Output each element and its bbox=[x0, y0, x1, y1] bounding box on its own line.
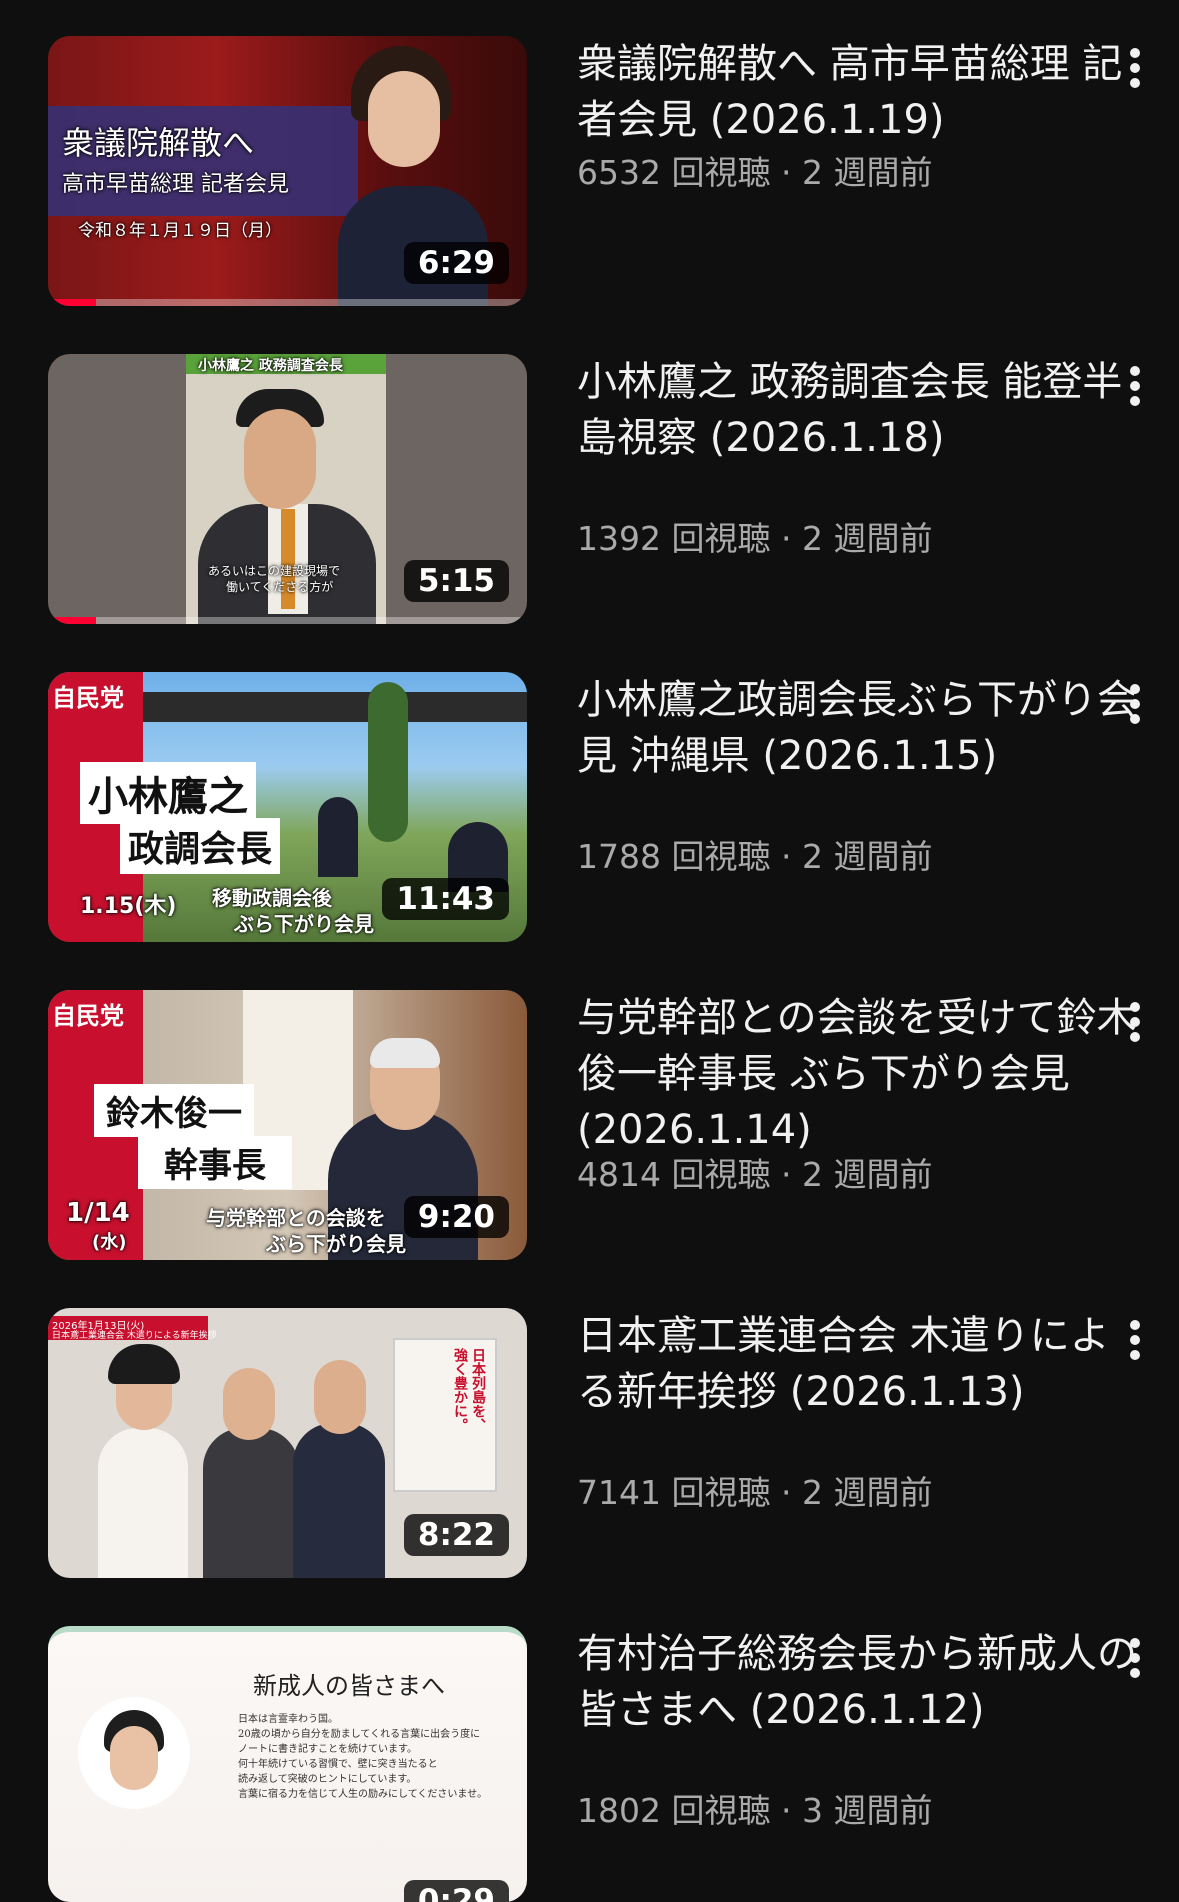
person-suit bbox=[293, 1423, 385, 1578]
video-meta: 1392 回視聴 · 2 週間前 bbox=[577, 518, 1137, 560]
video-title[interactable]: 衆議院解散へ 高市早苗総理 記者会見 (2026.1.19) bbox=[577, 36, 1137, 148]
video-thumbnail[interactable]: 2026年1月13日(火) 日本鳶工業連合会 木遣りによる新年挨拶 日本列島を、… bbox=[48, 1308, 527, 1578]
person-hair bbox=[108, 1344, 180, 1384]
person-jacket-white bbox=[98, 1428, 188, 1578]
video-item[interactable]: 新成人の皆さまへ 日本は言霊幸わう国。 20歳の頃から自分を励ましてくれる言葉に… bbox=[48, 1626, 1168, 1902]
video-title[interactable]: 小林鷹之 政務調査会長 能登半島視察 (2026.1.18) bbox=[577, 354, 1137, 466]
video-meta: 1802 回視聴 · 3 週間前 bbox=[577, 1790, 1137, 1832]
video-item[interactable]: 自民党 小林鷹之 政調会長 1.15(木) 移動政調会後 ぶら下がり会見 11:… bbox=[48, 672, 1168, 944]
more-vertical-icon[interactable] bbox=[1120, 1318, 1150, 1362]
meta-separator: · bbox=[770, 1473, 802, 1512]
meta-separator: · bbox=[770, 519, 802, 558]
video-title[interactable]: 小林鷹之政調会長ぶら下がり会見 沖縄県 (2026.1.15) bbox=[577, 672, 1137, 784]
person-face bbox=[244, 409, 316, 509]
more-vertical-icon[interactable] bbox=[1120, 364, 1150, 408]
video-thumbnail[interactable]: 自民党 鈴木俊一 幹事長 1/14 (水) 与党幹部との会談を ぶら下がり会見 … bbox=[48, 990, 527, 1260]
upload-age: 2 週間前 bbox=[801, 519, 933, 558]
view-count: 1392 回視聴 bbox=[577, 519, 771, 558]
watch-progress bbox=[48, 617, 527, 624]
video-duration: 6:29 bbox=[403, 242, 509, 284]
message-line: 言葉に宿る力を信じて人生の励みにしてくださいませ。 bbox=[238, 1789, 488, 1800]
more-vertical-icon[interactable] bbox=[1120, 46, 1150, 90]
upload-age: 2 週間前 bbox=[801, 153, 933, 192]
thumb-caption: 1/14 bbox=[66, 1198, 130, 1228]
thumb-caption: 小林鷹之 政務調査会長 bbox=[198, 358, 343, 374]
more-vertical-icon[interactable] bbox=[1120, 682, 1150, 726]
thumb-subtitle: 働いてくださる方が bbox=[226, 580, 334, 594]
tent-roof bbox=[138, 692, 527, 722]
poster-text: 日本列島を、 bbox=[470, 1348, 486, 1432]
video-thumbnail[interactable]: 自民党 小林鷹之 政調会長 1.15(木) 移動政調会後 ぶら下がり会見 11:… bbox=[48, 672, 527, 942]
upload-age: 3 週間前 bbox=[801, 1791, 933, 1830]
view-count: 7141 回視聴 bbox=[577, 1473, 771, 1512]
thumb-caption: 日本鳶工業連合会 木遣りによる新年挨拶 bbox=[52, 1331, 217, 1341]
message-line: 何十年続けている習慣で、壁に突き当たると bbox=[238, 1759, 438, 1770]
message-line: ノートに書き記すことを続けています。 bbox=[238, 1744, 417, 1755]
video-item[interactable]: 衆議院解散へ 高市早苗総理 記者会見 令和８年１月１９日（月） 6:29 衆議院… bbox=[48, 36, 1168, 308]
person-face bbox=[314, 1360, 366, 1434]
video-meta: 4814 回視聴 · 2 週間前 bbox=[577, 1154, 1137, 1196]
thumb-message: 日本は言霊幸わう国。 20歳の頃から自分を励ましてくれる言葉に出会う度に ノート… bbox=[238, 1712, 487, 1802]
more-vertical-icon[interactable] bbox=[1120, 1000, 1150, 1044]
video-thumbnail[interactable]: 衆議院解散へ 高市早苗総理 記者会見 令和８年１月１９日（月） 6:29 bbox=[48, 36, 527, 306]
thumb-caption: 自民党 bbox=[52, 684, 124, 712]
person-face bbox=[110, 1726, 158, 1790]
upload-age: 2 週間前 bbox=[801, 1473, 933, 1512]
video-duration: 5:15 bbox=[403, 560, 509, 602]
view-count: 4814 回視聴 bbox=[577, 1155, 771, 1194]
meta-separator: · bbox=[770, 1791, 802, 1830]
person-suit bbox=[318, 797, 358, 877]
video-thumbnail[interactable]: 小林鷹之 政務調査会長 あるいはこの建設現場で 働いてくださる方が 5:15 bbox=[48, 354, 527, 624]
thumb-caption: (水) bbox=[92, 1232, 127, 1253]
thumb-caption: ぶら下がり会見 bbox=[266, 1232, 406, 1256]
view-count: 1802 回視聴 bbox=[577, 1791, 771, 1830]
video-duration: 0:29 bbox=[403, 1880, 509, 1902]
message-line: 日本は言霊幸わう国。 bbox=[238, 1714, 338, 1725]
thumb-caption: 政調会長 bbox=[120, 818, 281, 874]
thumb-caption: 移動政調会後 bbox=[212, 886, 332, 910]
video-meta: 6532 回視聴 · 2 週間前 bbox=[577, 152, 1137, 194]
view-count: 1788 回視聴 bbox=[577, 837, 771, 876]
meta-separator: · bbox=[770, 153, 802, 192]
video-title[interactable]: 日本鳶工業連合会 木遣りによる新年挨拶 (2026.1.13) bbox=[577, 1308, 1137, 1420]
video-duration: 9:20 bbox=[403, 1196, 509, 1238]
meta-separator: · bbox=[770, 837, 802, 876]
message-line: 読み返して突破のヒントにしています。 bbox=[238, 1774, 417, 1785]
video-item[interactable]: 2026年1月13日(火) 日本鳶工業連合会 木遣りによる新年挨拶 日本列島を、… bbox=[48, 1308, 1168, 1580]
thumb-caption: 令和８年１月１９日（月） bbox=[78, 221, 282, 241]
video-duration: 8:22 bbox=[403, 1514, 509, 1556]
thumb-caption: 与党幹部との会談を bbox=[206, 1206, 386, 1230]
person-face bbox=[223, 1368, 275, 1440]
thumb-caption: 高市早苗総理 記者会見 bbox=[62, 172, 289, 197]
watch-progress bbox=[48, 299, 527, 306]
video-duration: 11:43 bbox=[382, 878, 509, 920]
thumb-caption: 衆議院解散へ bbox=[62, 124, 255, 162]
more-vertical-icon[interactable] bbox=[1120, 1636, 1150, 1680]
view-count: 6532 回視聴 bbox=[577, 153, 771, 192]
thumb-caption: ぶら下がり会見 bbox=[234, 912, 374, 936]
tree bbox=[368, 682, 408, 842]
meta-separator: · bbox=[770, 1155, 802, 1194]
thumb-caption: 小林鷹之 bbox=[80, 762, 256, 824]
video-title[interactable]: 与党幹部との会談を受けて鈴木俊一幹事長 ぶら下がり会見 (2026.1.14) bbox=[577, 990, 1137, 1158]
video-item[interactable]: 自民党 鈴木俊一 幹事長 1/14 (水) 与党幹部との会談を ぶら下がり会見 … bbox=[48, 990, 1168, 1262]
video-item[interactable]: 小林鷹之 政務調査会長 あるいはこの建設現場で 働いてくださる方が 5:15 小… bbox=[48, 354, 1168, 626]
video-meta: 1788 回視聴 · 2 週間前 bbox=[577, 836, 1137, 878]
upload-age: 2 週間前 bbox=[801, 837, 933, 876]
poster-text: 強く豊かに。 bbox=[452, 1348, 468, 1432]
person-face bbox=[368, 71, 440, 167]
video-title[interactable]: 有村治子総務会長から新成人の皆さまへ (2026.1.12) bbox=[577, 1626, 1137, 1738]
thumb-heading: 新成人の皆さまへ bbox=[253, 1672, 445, 1700]
thumb-subtitle: あるいはこの建設現場で bbox=[208, 564, 341, 578]
video-thumbnail[interactable]: 新成人の皆さまへ 日本は言霊幸わう国。 20歳の頃から自分を励ましてくれる言葉に… bbox=[48, 1626, 527, 1902]
person-suit bbox=[203, 1428, 299, 1578]
thumb-caption: 自民党 bbox=[52, 1002, 124, 1030]
upload-age: 2 週間前 bbox=[801, 1155, 933, 1194]
thumb-caption: 幹事長 bbox=[138, 1136, 292, 1189]
message-line: 20歳の頃から自分を励ましてくれる言葉に出会う度に bbox=[238, 1729, 481, 1740]
person-hair bbox=[370, 1038, 440, 1068]
thumb-caption: 1.15(木) bbox=[80, 894, 177, 919]
thumb-caption: 鈴木俊一 bbox=[94, 1084, 254, 1137]
video-meta: 7141 回視聴 · 2 週間前 bbox=[577, 1472, 1137, 1514]
